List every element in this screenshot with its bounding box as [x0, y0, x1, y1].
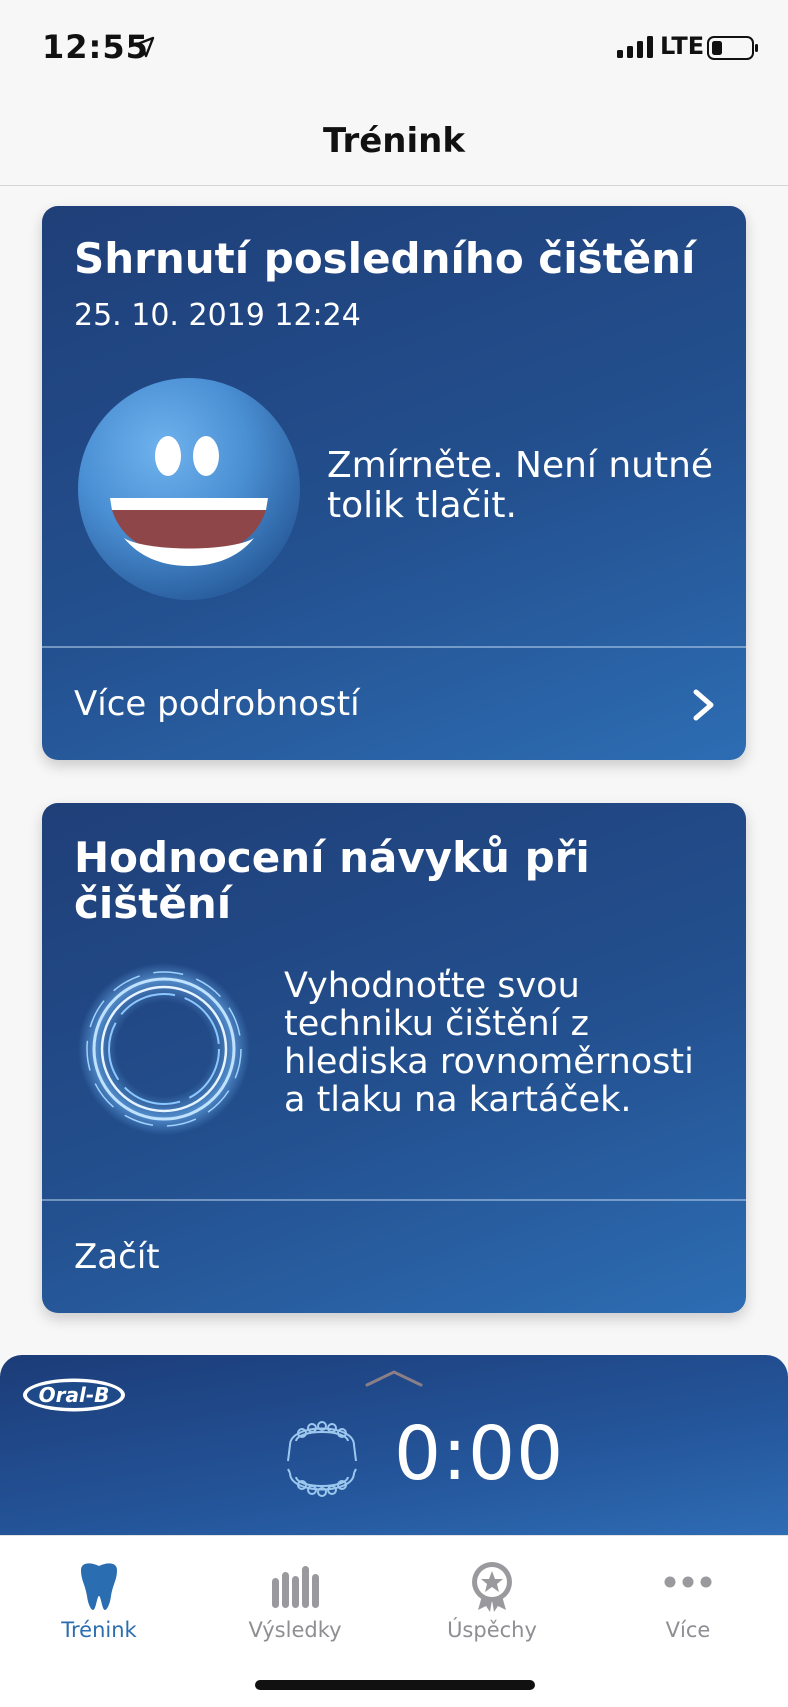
habit-evaluation-card: Hodnocení návyků při čištění Vyhodnoťte …: [42, 803, 746, 1313]
chevron-up-icon[interactable]: [363, 1367, 425, 1389]
last-brushing-card: Shrnutí posledního čištění 25. 10. 2019 …: [42, 206, 746, 760]
tab-uspechy[interactable]: Úspěchy: [417, 1550, 567, 1650]
glowing-ring-icon: [78, 963, 250, 1135]
tab-trenink[interactable]: Trénink: [24, 1550, 174, 1650]
last-brushing-message: Zmírněte. Není nutné tolik tlačit.: [327, 445, 714, 526]
habit-evaluation-title: Hodnocení návyků při čištění: [74, 833, 590, 928]
tab-vysledky[interactable]: Výsledky: [220, 1550, 370, 1650]
battery-icon: [707, 36, 758, 60]
award-icon: [472, 1562, 512, 1612]
teeth-jaw-icon: [287, 1421, 357, 1497]
habit-evaluation-message: Vyhodnoťte svou techniku čištění z hledi…: [284, 966, 694, 1120]
page-title: Trénink: [323, 120, 465, 161]
cellular-signal-icon: [617, 36, 653, 58]
more-details-button[interactable]: Více podrobností: [42, 648, 746, 760]
network-type-label: LTE: [660, 32, 705, 60]
status-bar: 12:55 LTE: [0, 0, 788, 92]
chevron-right-icon: [693, 689, 714, 721]
tab-label: Trénink: [61, 1618, 137, 1642]
tab-label: Více: [665, 1618, 711, 1642]
brushing-timer-panel[interactable]: Oral-B 0:00: [0, 1355, 788, 1535]
nav-header: Trénink: [0, 92, 788, 186]
bars-icon: [272, 1566, 319, 1608]
last-brushing-title: Shrnutí posledního čištění: [74, 234, 696, 283]
tab-label: Výsledky: [248, 1618, 342, 1642]
tooth-icon: [81, 1563, 117, 1610]
start-label: Začít: [74, 1237, 160, 1277]
tab-vice[interactable]: Více: [613, 1550, 763, 1650]
brushing-timer: 0:00: [394, 1411, 565, 1497]
more-dots-icon: [664, 1576, 712, 1588]
start-button[interactable]: Začít: [42, 1201, 746, 1313]
tab-label: Úspěchy: [447, 1618, 537, 1642]
screen: 12:55 LTE Trénink Shrnutí posledního čiš…: [0, 0, 788, 1707]
more-details-label: Více podrobností: [74, 684, 360, 724]
oral-b-logo: Oral-B: [23, 1378, 125, 1412]
happy-face-icon: [78, 378, 300, 600]
oral-b-logo-text: Oral-B: [39, 1383, 110, 1407]
home-indicator[interactable]: [255, 1680, 535, 1690]
location-arrow-icon: [133, 36, 155, 58]
last-brushing-date: 25. 10. 2019 12:24: [74, 298, 361, 333]
